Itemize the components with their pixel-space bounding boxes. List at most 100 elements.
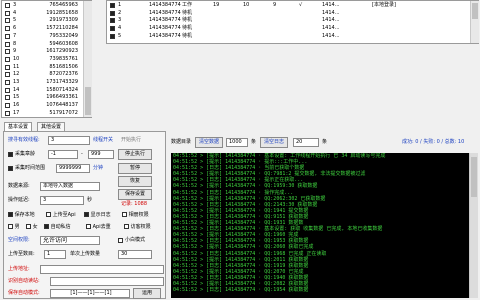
row-checkbox[interactable] bbox=[5, 18, 10, 24]
left-list-row[interactable]: 13 1731743329 bbox=[4, 79, 82, 86]
row-checkbox[interactable] bbox=[5, 3, 10, 8]
option-opts_row1-2[interactable]: 显示日志 bbox=[84, 212, 111, 219]
left-list-row[interactable]: 16 1076448137 bbox=[4, 102, 82, 109]
left-list-row[interactable]: 9 1617290923 bbox=[4, 48, 82, 55]
save-settings-button[interactable]: 保存设置 bbox=[118, 189, 152, 200]
row-checkbox[interactable] bbox=[110, 10, 115, 16]
left-list-row[interactable]: 8 594603608 bbox=[4, 41, 82, 48]
option-opts_row1-3[interactable]: 相册权限 bbox=[122, 212, 149, 219]
row-checkbox[interactable] bbox=[5, 95, 10, 101]
clear-log-button[interactable]: 清空日志 bbox=[260, 137, 288, 148]
row-checkbox[interactable] bbox=[5, 64, 10, 70]
apply-button[interactable]: 运用 bbox=[133, 288, 161, 299]
row-checkbox[interactable] bbox=[110, 18, 115, 24]
left-list-row[interactable]: 12 872072376 bbox=[4, 71, 82, 78]
random-collect-checkbox[interactable] bbox=[8, 152, 13, 157]
left-list-row[interactable]: 15 1966493361 bbox=[4, 94, 82, 101]
row-short: 1414... bbox=[322, 2, 340, 8]
left-list-scroll-thumb[interactable] bbox=[85, 87, 91, 115]
row-index: 10 bbox=[13, 55, 20, 62]
option-checkbox[interactable] bbox=[46, 212, 51, 217]
interval-input[interactable]: 3 bbox=[40, 196, 84, 205]
row-checkbox[interactable] bbox=[5, 56, 10, 62]
option-opts_row1-1[interactable]: 上传至Api bbox=[46, 212, 76, 219]
row-checkbox[interactable] bbox=[5, 41, 10, 47]
row-short: 1414... bbox=[322, 17, 340, 24]
left-list-row[interactable]: 3 765465963 bbox=[4, 2, 82, 9]
random-from-input[interactable]: -1 bbox=[48, 150, 78, 159]
row-status: 待机 bbox=[182, 9, 193, 16]
row-checkbox[interactable] bbox=[5, 10, 10, 16]
option-opts_row2-2[interactable]: 自动私信 bbox=[44, 224, 71, 231]
tab-other-settings[interactable]: 其他设置 bbox=[37, 122, 66, 131]
right-list-row[interactable]: 1 1414384774 工作 19 10 9 √ 1414... [本地登录] bbox=[109, 2, 467, 9]
row-checkbox[interactable] bbox=[5, 110, 10, 116]
option-checkbox[interactable] bbox=[124, 224, 129, 229]
option-opts_row2-1[interactable]: 女 bbox=[26, 224, 38, 231]
row-checkbox[interactable] bbox=[5, 26, 10, 32]
row-checkbox[interactable] bbox=[5, 72, 10, 78]
option-checkbox[interactable] bbox=[8, 212, 13, 217]
right-list-scrollbar[interactable] bbox=[470, 1, 479, 43]
upload-addr-input[interactable] bbox=[40, 265, 164, 274]
collect-range-checkbox[interactable] bbox=[8, 166, 13, 171]
option-checkbox[interactable] bbox=[26, 224, 31, 229]
upload-count-input[interactable]: 1 bbox=[44, 250, 66, 259]
option-opts_row2-0[interactable]: 男 bbox=[8, 224, 20, 231]
left-list-row[interactable]: 5 291973309 bbox=[4, 17, 82, 24]
left-list-row[interactable]: 6 1572110284 bbox=[4, 25, 82, 32]
option-checkbox[interactable] bbox=[44, 224, 49, 229]
start-label: 开始执行 bbox=[121, 137, 142, 143]
option-checkbox[interactable] bbox=[84, 212, 89, 217]
pause-button[interactable]: 暂停 bbox=[118, 163, 152, 174]
row-checkbox[interactable] bbox=[110, 33, 115, 39]
option-opts_row1-0[interactable]: 保存本地 bbox=[8, 212, 35, 219]
row-checkbox[interactable] bbox=[110, 3, 115, 8]
pagination-field[interactable]: [1]——[1]——[1] bbox=[50, 289, 130, 298]
clear-log-count[interactable]: 20 bbox=[293, 138, 319, 147]
option-opts_row2-4[interactable]: 访客权限 bbox=[124, 224, 151, 231]
right-list-row[interactable]: 2 1414384774 待机 1414... bbox=[109, 10, 467, 17]
left-list-row[interactable]: 10 739835761 bbox=[4, 56, 82, 63]
left-list-scrollbar[interactable] bbox=[83, 1, 92, 117]
collect-range-input[interactable]: 9999999 bbox=[56, 164, 90, 173]
option-label: 自动私信 bbox=[50, 224, 71, 230]
right-list-row[interactable]: 3 1414384774 待机 1414... bbox=[109, 17, 467, 24]
log-scrollbar[interactable] bbox=[469, 153, 478, 298]
option-checkbox[interactable] bbox=[122, 212, 127, 217]
row-checkbox[interactable] bbox=[5, 33, 10, 39]
verify-addr-input[interactable] bbox=[50, 277, 164, 286]
left-list-row[interactable]: 4 1912851658 bbox=[4, 10, 82, 17]
single-upload-input[interactable]: 30 bbox=[118, 250, 152, 259]
voice-select[interactable]: 允许访问 bbox=[40, 236, 100, 245]
option-checkbox[interactable] bbox=[8, 224, 13, 229]
option-opts_row2-3[interactable]: Api去重 bbox=[86, 224, 111, 231]
data-source-select[interactable]: 本地导入数据 bbox=[40, 182, 100, 191]
tab-basic-settings[interactable]: 基本设置 bbox=[4, 122, 33, 131]
right-list-scroll-thumb[interactable] bbox=[472, 3, 478, 19]
stop-button[interactable]: 停止执行 bbox=[118, 149, 152, 160]
left-list-row[interactable]: 11 851681506 bbox=[4, 64, 82, 71]
row-checkbox[interactable] bbox=[110, 26, 115, 32]
left-list-row[interactable]: 14 1580714324 bbox=[4, 87, 82, 94]
row-checkbox[interactable] bbox=[5, 49, 10, 55]
row-checkbox[interactable] bbox=[5, 103, 10, 109]
right-list-row[interactable]: 4 1414384774 待机 1414... bbox=[109, 25, 467, 32]
option-checkbox[interactable] bbox=[86, 224, 91, 229]
right-list-row[interactable]: 5 1414384774 待机 1414... bbox=[109, 33, 467, 40]
search-threads-input[interactable]: 3 bbox=[48, 136, 90, 145]
row-value: 1076448137 bbox=[46, 102, 78, 109]
account-list-right: 1 1414384774 工作 19 10 9 √ 1414... [本地登录] 2 1414384… bbox=[106, 0, 479, 44]
left-list-row[interactable]: 17 517917072 bbox=[4, 110, 82, 117]
beginner-mode-checkbox[interactable] bbox=[118, 238, 123, 243]
restore-button[interactable]: 恢复 bbox=[118, 176, 152, 187]
log-console[interactable]: 04:51:52 > [提示] 1414384774 · 基本设置: 工作线程开… bbox=[171, 153, 478, 298]
random-to-input[interactable]: 999 bbox=[88, 150, 114, 159]
clear-data-count[interactable]: 1000 bbox=[226, 138, 248, 147]
clear-data-button[interactable]: 清空数据 bbox=[195, 137, 223, 148]
log-scroll-thumb[interactable] bbox=[471, 157, 477, 197]
row-checkbox[interactable] bbox=[5, 87, 10, 93]
row-checkbox[interactable] bbox=[5, 80, 10, 85]
row-index: 15 bbox=[13, 94, 20, 101]
left-list-row[interactable]: 7 795332049 bbox=[4, 33, 82, 40]
